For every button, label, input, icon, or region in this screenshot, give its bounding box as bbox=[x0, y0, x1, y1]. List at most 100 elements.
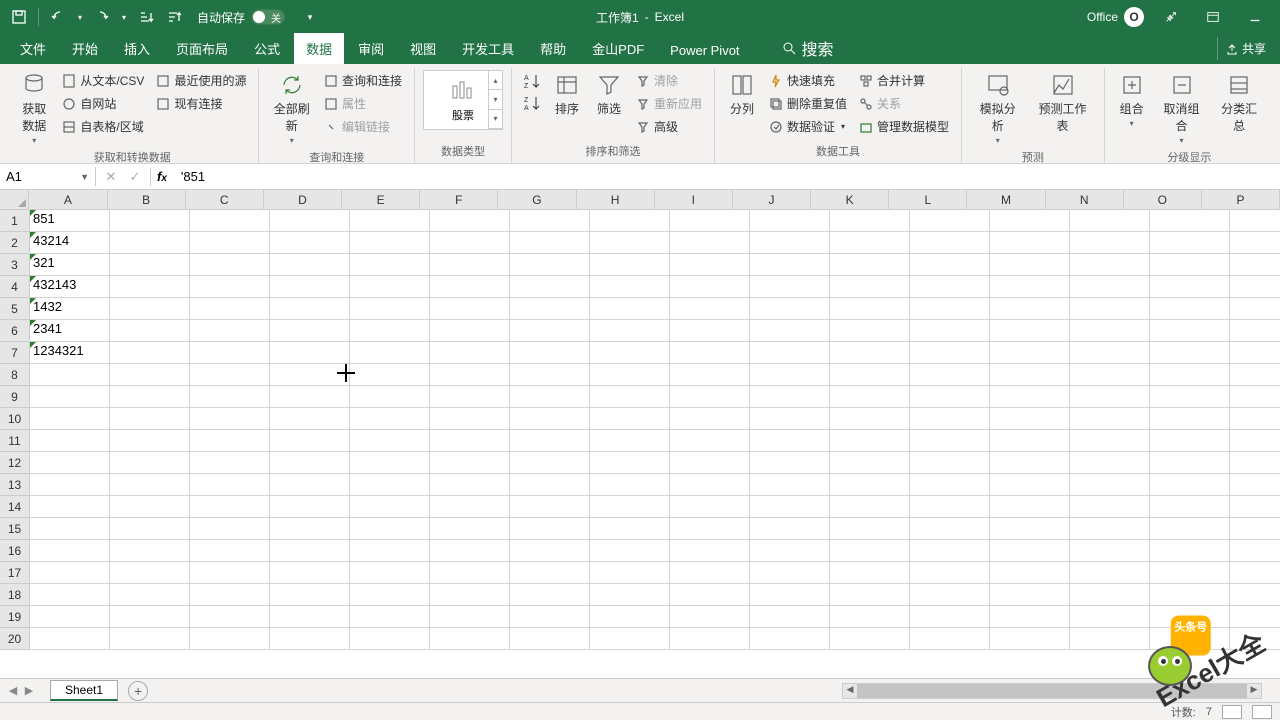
cell[interactable] bbox=[990, 254, 1070, 276]
cell[interactable] bbox=[1070, 342, 1150, 364]
cell[interactable] bbox=[1230, 364, 1280, 386]
tab-文件[interactable]: 文件 bbox=[8, 33, 58, 64]
minimize-icon[interactable] bbox=[1240, 3, 1270, 31]
cell[interactable] bbox=[990, 474, 1070, 496]
cell[interactable]: 432143 bbox=[30, 276, 110, 298]
row-header[interactable]: 1 bbox=[0, 210, 30, 232]
cell[interactable] bbox=[1150, 562, 1230, 584]
cell[interactable] bbox=[110, 584, 190, 606]
cell[interactable] bbox=[1070, 408, 1150, 430]
tab-页面布局[interactable]: 页面布局 bbox=[164, 33, 240, 64]
cell[interactable] bbox=[350, 298, 430, 320]
cell[interactable] bbox=[1070, 606, 1150, 628]
cell[interactable] bbox=[110, 562, 190, 584]
cell[interactable] bbox=[830, 474, 910, 496]
cell[interactable] bbox=[830, 606, 910, 628]
row-header[interactable]: 14 bbox=[0, 496, 30, 518]
sheet-tab[interactable]: Sheet1 bbox=[50, 680, 118, 701]
cell[interactable] bbox=[750, 232, 830, 254]
manage-data-model-button[interactable]: 管理数据模型 bbox=[855, 116, 953, 137]
column-header[interactable]: D bbox=[264, 190, 342, 209]
cell[interactable] bbox=[430, 540, 510, 562]
cell[interactable] bbox=[670, 254, 750, 276]
column-header[interactable]: I bbox=[655, 190, 733, 209]
cell[interactable] bbox=[350, 496, 430, 518]
remove-duplicates-button[interactable]: 删除重复值 bbox=[765, 93, 851, 114]
row-header[interactable]: 6 bbox=[0, 320, 30, 342]
cell[interactable] bbox=[670, 496, 750, 518]
column-header[interactable]: K bbox=[811, 190, 889, 209]
cell[interactable] bbox=[910, 430, 990, 452]
cell[interactable] bbox=[670, 430, 750, 452]
redo-icon[interactable] bbox=[91, 6, 113, 28]
column-header[interactable]: L bbox=[889, 190, 967, 209]
cell[interactable] bbox=[270, 540, 350, 562]
cell[interactable] bbox=[910, 628, 990, 650]
cell[interactable] bbox=[30, 496, 110, 518]
cell[interactable] bbox=[510, 518, 590, 540]
cell[interactable] bbox=[590, 540, 670, 562]
cell[interactable] bbox=[670, 606, 750, 628]
cell[interactable] bbox=[750, 452, 830, 474]
cell[interactable] bbox=[110, 386, 190, 408]
cell[interactable] bbox=[110, 210, 190, 232]
consolidate-button[interactable]: 合并计算 bbox=[855, 70, 953, 91]
cell[interactable] bbox=[1230, 408, 1280, 430]
cell[interactable] bbox=[990, 540, 1070, 562]
cell[interactable] bbox=[830, 562, 910, 584]
tab-公式[interactable]: 公式 bbox=[242, 33, 292, 64]
row-header[interactable]: 4 bbox=[0, 276, 30, 298]
row-header[interactable]: 9 bbox=[0, 386, 30, 408]
row-header[interactable]: 18 bbox=[0, 584, 30, 606]
ribbon-search[interactable]: 搜索 bbox=[774, 32, 842, 64]
cell[interactable] bbox=[350, 276, 430, 298]
tab-开发工具[interactable]: 开发工具 bbox=[450, 33, 526, 64]
whatif-button[interactable]: 模拟分析 ▾ bbox=[970, 70, 1025, 147]
gallery-up-icon[interactable]: ▴ bbox=[489, 71, 502, 90]
cell[interactable] bbox=[910, 584, 990, 606]
cell[interactable] bbox=[1150, 386, 1230, 408]
scroll-right-icon[interactable]: ▶ bbox=[1247, 684, 1261, 698]
cell[interactable] bbox=[270, 496, 350, 518]
cell[interactable] bbox=[190, 628, 270, 650]
cell[interactable] bbox=[1230, 254, 1280, 276]
existing-connections-button[interactable]: 现有连接 bbox=[152, 93, 250, 114]
queries-connections-button[interactable]: 查询和连接 bbox=[320, 70, 406, 91]
cell[interactable] bbox=[510, 584, 590, 606]
cell[interactable] bbox=[350, 254, 430, 276]
cell[interactable] bbox=[350, 606, 430, 628]
cell[interactable] bbox=[990, 364, 1070, 386]
cell[interactable] bbox=[750, 364, 830, 386]
cell[interactable] bbox=[1230, 518, 1280, 540]
cell[interactable] bbox=[110, 496, 190, 518]
row-header[interactable]: 13 bbox=[0, 474, 30, 496]
cell[interactable] bbox=[670, 210, 750, 232]
cell[interactable] bbox=[1150, 452, 1230, 474]
cell[interactable] bbox=[430, 364, 510, 386]
cell[interactable] bbox=[990, 298, 1070, 320]
tab-审阅[interactable]: 审阅 bbox=[346, 33, 396, 64]
cell[interactable] bbox=[110, 254, 190, 276]
cell[interactable] bbox=[1150, 364, 1230, 386]
row-header[interactable]: 17 bbox=[0, 562, 30, 584]
get-data-button[interactable]: 获取数据 ▾ bbox=[14, 70, 54, 147]
cell[interactable] bbox=[990, 408, 1070, 430]
cell[interactable] bbox=[510, 386, 590, 408]
cell[interactable] bbox=[830, 364, 910, 386]
cell[interactable] bbox=[510, 562, 590, 584]
cell[interactable] bbox=[350, 408, 430, 430]
column-header[interactable]: M bbox=[967, 190, 1045, 209]
cell[interactable] bbox=[670, 562, 750, 584]
cell[interactable] bbox=[910, 606, 990, 628]
cell[interactable] bbox=[430, 408, 510, 430]
cell[interactable] bbox=[350, 474, 430, 496]
cell[interactable] bbox=[990, 518, 1070, 540]
cell[interactable] bbox=[830, 320, 910, 342]
sort-desc-icon[interactable] bbox=[163, 6, 185, 28]
cell[interactable] bbox=[830, 210, 910, 232]
from-text-csv-button[interactable]: 从文本/CSV bbox=[58, 70, 148, 91]
cell[interactable] bbox=[190, 232, 270, 254]
cell[interactable] bbox=[1230, 606, 1280, 628]
cell[interactable] bbox=[910, 254, 990, 276]
cell[interactable] bbox=[510, 452, 590, 474]
